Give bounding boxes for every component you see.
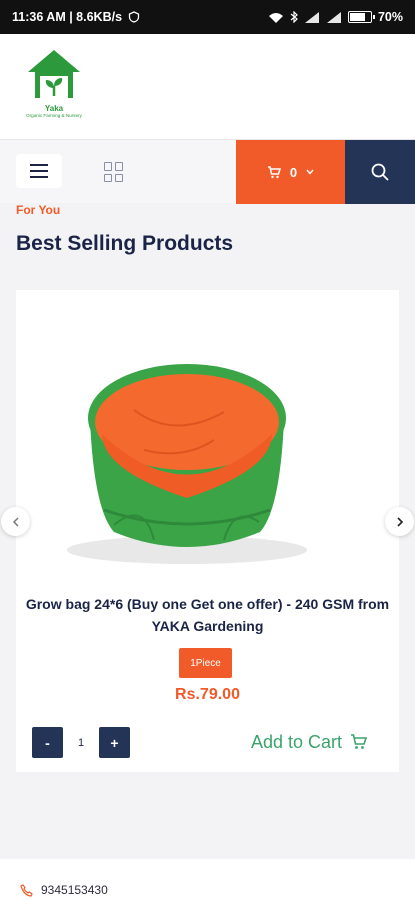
menu-button[interactable] <box>16 154 62 188</box>
search-icon <box>371 163 389 181</box>
footer: 9345153430 <box>0 859 415 900</box>
logo-brand: Yaka <box>44 104 64 113</box>
battery-percent: 70% <box>377 10 403 24</box>
quantity-value[interactable]: 1 <box>63 727 99 758</box>
shield-icon <box>128 11 140 23</box>
status-time: 11:36 AM | 8.6KB/s <box>12 10 123 24</box>
logo[interactable]: Yaka Organic Farming & Nursery <box>18 46 90 126</box>
status-bar: 11:36 AM | 8.6KB/s 70% <box>0 0 415 34</box>
battery-icon <box>347 11 375 23</box>
cart-count: 0 <box>289 164 298 180</box>
phone-contact[interactable]: 9345153430 <box>20 883 108 897</box>
nav-bar: 0 <box>0 139 415 204</box>
quantity-increase-button[interactable]: + <box>99 727 130 758</box>
grid-view-button[interactable] <box>104 162 124 182</box>
menu-icon-bar <box>30 176 48 178</box>
grid-icon-cell <box>115 162 123 171</box>
carousel-next-button[interactable] <box>385 507 414 536</box>
cart-icon <box>267 165 281 178</box>
cart-button[interactable]: 0 <box>236 140 345 204</box>
product-name[interactable]: Grow bag 24*6 (Buy one Get one offer) - … <box>22 593 393 637</box>
add-to-cart-label: Add to Cart <box>251 731 343 752</box>
header: Yaka Organic Farming & Nursery <box>0 34 415 139</box>
section-title: Best Selling Products <box>16 232 234 255</box>
grid-icon-cell <box>104 162 112 171</box>
section-eyebrow: For You <box>16 203 61 217</box>
product-image[interactable] <box>54 300 320 580</box>
phone-icon <box>20 883 33 897</box>
menu-icon-bar <box>30 164 48 166</box>
chevron-right-icon <box>396 516 403 527</box>
house-leaf-logo-icon <box>28 50 80 98</box>
phone-number: 9345153430 <box>41 883 108 897</box>
grid-icon-cell <box>115 173 123 182</box>
bluetooth-icon <box>290 11 298 23</box>
search-button[interactable] <box>345 140 415 204</box>
grid-icon-cell <box>104 173 112 182</box>
signal-icon-2 <box>326 11 341 23</box>
battery-fill <box>349 13 366 21</box>
logo-tagline: Organic Farming & Nursery <box>26 113 82 118</box>
add-to-cart-button[interactable]: Add to Cart <box>251 729 368 755</box>
carousel-prev-button[interactable] <box>1 507 30 536</box>
menu-icon-bar <box>30 170 48 172</box>
quantity-decrease-button[interactable]: - <box>32 727 63 758</box>
cart-icon <box>351 734 368 749</box>
chevron-down-icon <box>306 169 314 175</box>
chevron-left-icon <box>12 516 19 527</box>
product-card[interactable]: Grow bag 24*6 (Buy one Get one offer) - … <box>16 290 399 772</box>
product-price: Rs.79.00 <box>175 686 240 703</box>
wifi-icon <box>268 12 283 23</box>
signal-icon-1 <box>304 11 319 23</box>
unit-badge[interactable]: 1Piece <box>179 648 232 678</box>
